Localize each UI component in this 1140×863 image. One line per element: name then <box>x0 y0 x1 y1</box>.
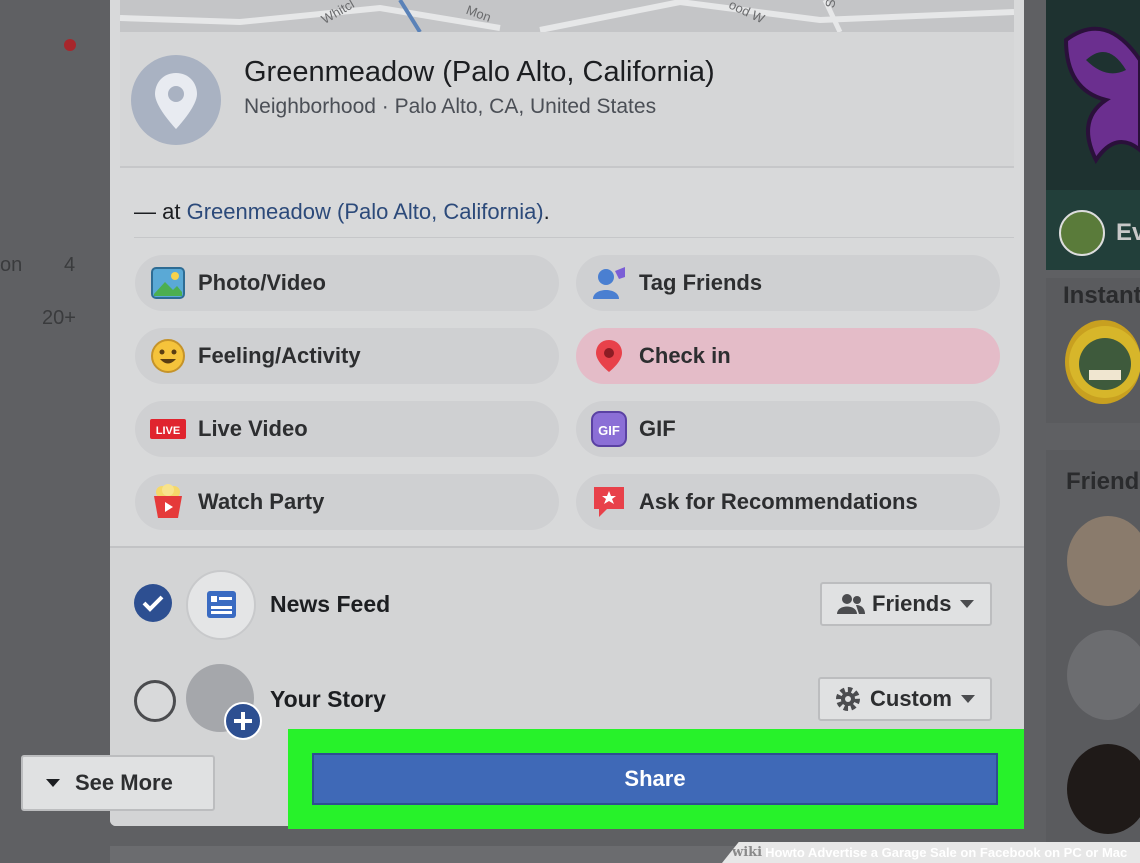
news-feed-icon <box>207 591 236 618</box>
gear-icon <box>836 687 860 711</box>
live-badge-text: LIVE <box>156 425 180 437</box>
audience-label: Friends <box>872 591 952 616</box>
game-text: Ev <box>1116 219 1140 246</box>
option-live-video[interactable]: LIVE Live Video <box>135 401 559 457</box>
divider <box>120 166 1014 168</box>
left-label-fragment: on <box>0 254 23 276</box>
notification-dot <box>64 39 76 51</box>
plus-icon <box>234 712 252 730</box>
watch-party-icon <box>150 484 186 520</box>
caret-down-icon <box>46 779 60 787</box>
instant-games-title: Instant <box>1063 282 1140 309</box>
map-pin-icon <box>155 73 197 129</box>
option-label: Watch Party <box>198 489 325 514</box>
option-label: Feeling/Activity <box>198 343 361 368</box>
friend-avatar-3[interactable] <box>1067 744 1140 834</box>
live-video-icon: LIVE <box>150 411 186 447</box>
location-pin-badge <box>131 55 221 145</box>
add-story-icon[interactable] <box>224 702 262 740</box>
news-feed-checkbox[interactable] <box>134 584 172 622</box>
audience-label: Custom <box>870 686 952 711</box>
game-avatar[interactable] <box>1065 320 1140 404</box>
check-in-summary: — at Greenmeadow (Palo Alto, California)… <box>134 199 550 225</box>
option-watch-party[interactable]: Watch Party <box>135 474 559 530</box>
location-card[interactable]: Greenmeadow (Palo Alto, California) Neig… <box>120 32 1014 166</box>
option-photo-video[interactable]: Photo/Video <box>135 255 559 311</box>
divider <box>110 546 1024 548</box>
location-name: Greenmeadow (Palo Alto, California) <box>244 56 715 88</box>
game-banner[interactable]: Ev <box>1046 0 1140 270</box>
watermark-title: to Advertise a Garage Sale on Facebook o… <box>792 845 1128 860</box>
feeling-icon <box>150 338 186 374</box>
tag-friends-icon <box>591 265 627 301</box>
option-label: GIF <box>639 416 676 441</box>
watermark-how: How <box>765 845 793 860</box>
see-more-label: See More <box>75 770 173 795</box>
left-count-2: 20+ <box>42 307 76 329</box>
recommendations-icon <box>591 484 627 520</box>
at-suffix: . <box>543 199 550 224</box>
instant-games-panel: Instant <box>1046 278 1140 423</box>
monster-icon <box>1069 326 1140 398</box>
news-feed-audience-dropdown[interactable]: Friends <box>820 582 992 626</box>
option-label: Check in <box>639 343 731 368</box>
your-story-checkbox[interactable] <box>134 680 176 722</box>
option-label: Ask for Recommendations <box>639 489 918 514</box>
option-tag-friends[interactable]: Tag Friends <box>576 255 1000 311</box>
share-button[interactable]: Share <box>312 753 998 805</box>
your-story-audience-dropdown[interactable]: Custom <box>818 677 992 721</box>
wikihow-watermark: wiki How to Advertise a Garage Sale on Fa… <box>722 842 1140 863</box>
friends-title: Friend <box>1066 468 1140 495</box>
see-more-button[interactable]: See More <box>21 755 215 811</box>
option-gif[interactable]: GIF GIF <box>576 401 1000 457</box>
left-count-1: 4 <box>64 254 76 276</box>
friends-panel: Friend <box>1046 450 1140 863</box>
chevron-down-icon <box>960 600 975 608</box>
check-in-icon <box>591 338 627 374</box>
option-label: Live Video <box>198 416 308 441</box>
gif-badge-text: GIF <box>598 423 620 438</box>
watermark-wiki: wiki <box>732 845 763 860</box>
friend-avatar-2[interactable] <box>1067 630 1140 720</box>
your-story-label: Your Story <box>270 686 386 712</box>
check-in-dialog: Whitcl Mon ood W S Greenmeadow (Palo Alt… <box>110 0 1024 826</box>
option-check-in[interactable]: Check in <box>576 328 1000 384</box>
friend-avatar-1[interactable] <box>1067 516 1140 606</box>
news-feed-avatar <box>186 570 256 640</box>
location-link[interactable]: Greenmeadow (Palo Alto, California) <box>187 199 544 224</box>
map-image <box>120 0 1014 32</box>
location-subtitle: Neighborhood · Palo Alto, CA, United Sta… <box>244 95 657 118</box>
option-label: Photo/Video <box>198 270 326 295</box>
photo-video-icon <box>150 265 186 301</box>
news-feed-label: News Feed <box>270 591 391 617</box>
divider <box>134 237 1014 238</box>
at-prefix: — at <box>134 199 187 224</box>
location-map: Whitcl Mon ood W S <box>120 0 1014 32</box>
option-feeling-activity[interactable]: Feeling/Activity <box>135 328 559 384</box>
checkmark-icon <box>142 595 164 612</box>
option-label: Tag Friends <box>639 270 763 295</box>
chevron-down-icon <box>960 695 975 703</box>
gif-icon: GIF <box>591 411 627 447</box>
option-ask-for-recommendations[interactable]: Ask for Recommendations <box>576 474 1000 530</box>
friends-icon <box>837 594 865 614</box>
